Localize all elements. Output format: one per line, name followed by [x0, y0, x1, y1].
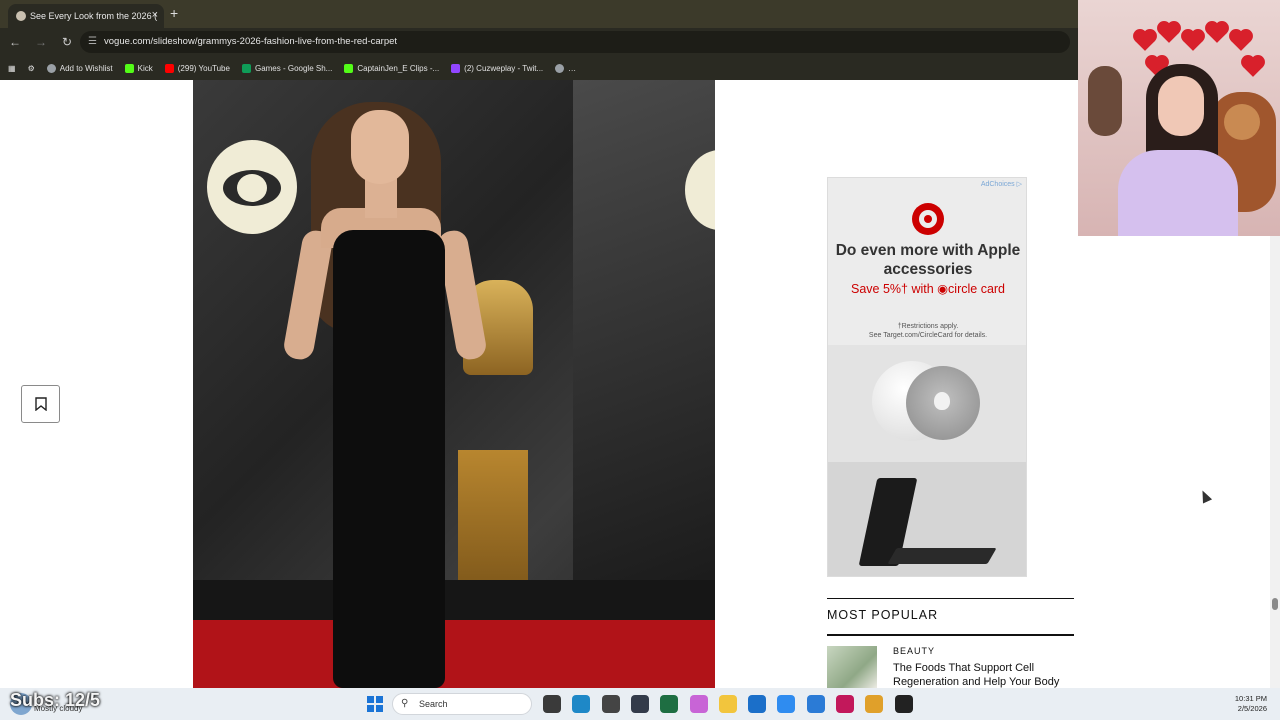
- heart-icon: [1159, 23, 1179, 43]
- heart-icon: [1183, 31, 1203, 51]
- screen: See Every Look from the 2026 ( × + ← → ↻…: [0, 0, 1280, 720]
- bookmark-wishlist[interactable]: Add to Wishlist: [46, 63, 113, 73]
- copilot-icon[interactable]: [689, 695, 708, 713]
- ad-offer: Save 5%† with ◉circle card: [850, 282, 1006, 296]
- tab-bar: See Every Look from the 2026 ( × +: [0, 0, 1078, 28]
- back-icon[interactable]: ←: [4, 35, 26, 49]
- photo-floor: [193, 580, 715, 622]
- tiktok-icon[interactable]: [836, 695, 854, 713]
- heart-icon: [1207, 23, 1227, 43]
- settings-icon[interactable]: ⚙: [28, 64, 35, 73]
- article-headline-link[interactable]: The Foods That Support Cell Regeneration…: [893, 661, 1083, 689]
- clock-time: 10:31 PM: [1234, 694, 1267, 703]
- tab-title: See Every Look from the 2026 (: [30, 11, 158, 21]
- bookmark-more[interactable]: …: [555, 63, 576, 73]
- plush-doll: [1088, 66, 1122, 136]
- nav-bar: ← → ↻ ☰ vogue.com/slideshow/grammys-2026…: [0, 28, 1078, 56]
- bookmark-icon: [34, 397, 47, 411]
- taskbar: Mostly cloudy ⚲ Search 10:31 PM 2/5/2026: [0, 688, 1280, 720]
- taskbar-search[interactable]: ⚲ Search: [392, 693, 532, 715]
- streamer-face: [1158, 76, 1204, 136]
- mouse-cursor-icon: [1197, 488, 1213, 504]
- close-tab-icon[interactable]: ×: [152, 9, 158, 21]
- browser-tab[interactable]: See Every Look from the 2026 ( ×: [8, 4, 164, 28]
- webcam-overlay: [1078, 0, 1280, 236]
- heart-icon: [1243, 57, 1263, 77]
- obs-icon[interactable]: [601, 695, 620, 713]
- wishlist-icon: [46, 63, 56, 73]
- store-icon[interactable]: [748, 695, 767, 713]
- file-explorer-icon[interactable]: [543, 695, 561, 713]
- bookmark-google-sheets[interactable]: Games - Google Sh...: [241, 63, 332, 73]
- photo-gold-panel: [458, 450, 528, 600]
- magic-keyboard-image: [887, 548, 997, 564]
- youtube-icon: [164, 63, 174, 73]
- apple-logo-icon: [934, 392, 950, 410]
- url-text: vogue.com/slideshow/grammys-2026-fashion…: [104, 36, 398, 47]
- folder-icon[interactable]: [718, 695, 737, 713]
- article-thumbnail[interactable]: [827, 646, 877, 690]
- adchoices-link[interactable]: AdChoices ▷: [981, 180, 1022, 188]
- outlook-icon[interactable]: [806, 695, 825, 713]
- model-neck: [365, 178, 397, 218]
- sheets-icon: [241, 63, 251, 73]
- app-icon[interactable]: [630, 695, 649, 713]
- clock-date: 2/5/2026: [1237, 704, 1267, 713]
- most-popular-heading: MOST POPULAR: [827, 608, 939, 622]
- divider: [827, 634, 1074, 636]
- excel-icon[interactable]: [660, 695, 679, 713]
- globe-icon: [555, 63, 565, 73]
- forward-icon[interactable]: →: [30, 35, 52, 49]
- save-bookmark-button[interactable]: [21, 385, 60, 423]
- heart-icon: [1135, 31, 1155, 51]
- bookmark-cuzweplay-twitch[interactable]: (2) Cuzweplay - Twit...: [451, 63, 543, 73]
- reload-icon[interactable]: ↻: [56, 35, 78, 49]
- kick-icon: [344, 63, 354, 73]
- red-carpet-photo[interactable]: [193, 80, 715, 688]
- address-bar[interactable]: ☰ vogue.com/slideshow/grammys-2026-fashi…: [80, 31, 1070, 53]
- bookmark-captainjen-clips[interactable]: CaptainJen_E Clips -...: [344, 63, 439, 73]
- chrome-icon[interactable]: [865, 695, 884, 713]
- red-carpet: [193, 620, 715, 688]
- alf-plush-face: [1224, 104, 1260, 140]
- 4k-icon[interactable]: [894, 695, 913, 713]
- bookmarks-bar: ▦ ⚙ Add to Wishlist Kick (299) YouTube G…: [0, 56, 1078, 80]
- windows-start-icon[interactable]: [367, 696, 383, 712]
- target-logo-icon: [912, 203, 944, 235]
- edge-icon[interactable]: [572, 695, 591, 713]
- page-scrollbar[interactable]: [1270, 236, 1280, 688]
- bookmark-kick[interactable]: Kick: [124, 63, 153, 73]
- divider: [827, 598, 1074, 599]
- target-ad[interactable]: AdChoices ▷ Do even more with Apple acce…: [827, 177, 1027, 577]
- search-placeholder: Search: [419, 699, 448, 709]
- photo-panel: [573, 80, 715, 600]
- apps-icon[interactable]: ▦: [8, 64, 16, 73]
- subs-counter: Subs: 12/5: [10, 690, 101, 710]
- heart-icon: [1231, 31, 1251, 51]
- model-face: [351, 110, 409, 184]
- search-icon: ⚲: [401, 698, 409, 709]
- cbs-pupil-shape: [237, 174, 267, 202]
- article-category[interactable]: BEAUTY: [893, 646, 935, 656]
- kick-icon: [124, 63, 134, 73]
- scrollbar-thumb[interactable]: [1272, 598, 1278, 610]
- black-gown: [333, 230, 445, 688]
- site-info-icon[interactable]: ☰: [88, 31, 97, 53]
- streamer-shirt: [1118, 150, 1238, 236]
- ad-fine-print: †Restrictions apply. See Target.com/Circ…: [868, 323, 988, 339]
- bookmark-youtube[interactable]: (299) YouTube: [164, 63, 230, 73]
- new-tab-button[interactable]: +: [170, 5, 178, 21]
- azure-icon[interactable]: [777, 695, 796, 713]
- system-clock[interactable]: 10:31 PM 2/5/2026: [1235, 694, 1267, 714]
- vogue-favicon-icon: [16, 11, 26, 21]
- twitch-icon: [451, 63, 461, 73]
- ad-headline: Do even more with Apple accessories: [835, 242, 1021, 278]
